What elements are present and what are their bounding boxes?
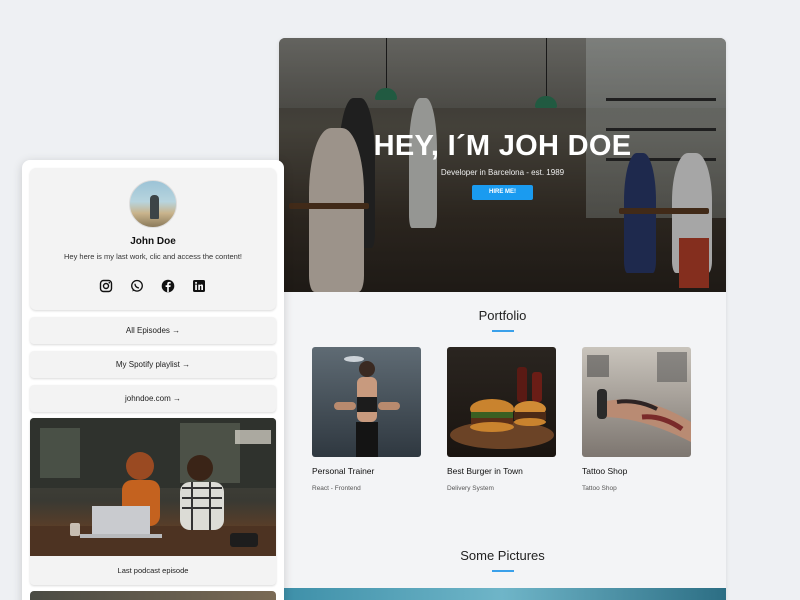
portfolio-card[interactable]: Best Burger in Town Delivery System <box>447 347 556 492</box>
burger-photo <box>450 367 554 449</box>
profile-description: Hey here is my last work, clic and acces… <box>64 252 242 261</box>
portfolio-item-name: Best Burger in Town <box>447 466 523 476</box>
portfolio-card[interactable]: Personal Trainer React - Frontend <box>312 347 421 492</box>
portfolio-item-tag: Delivery System <box>447 485 494 492</box>
next-content-card[interactable] <box>30 591 276 600</box>
pictures-heading: Some Pictures <box>279 548 726 572</box>
facebook-icon[interactable] <box>161 279 175 293</box>
tattoo-thumbnail[interactable] <box>582 347 691 457</box>
website-link-button[interactable]: johndoe.com → <box>30 385 276 412</box>
pictures-title: Some Pictures <box>460 548 545 563</box>
portfolio-card[interactable]: Tattoo Shop Tattoo Shop <box>582 347 691 492</box>
portfolio-title: Portfolio <box>478 308 527 323</box>
trainer-photo <box>334 356 400 457</box>
hero-overlay <box>279 38 726 292</box>
hero-title: HEY, I´M JOH DOE <box>373 130 632 162</box>
portfolio-item-name: Tattoo Shop <box>582 466 628 476</box>
pictures-strip <box>279 588 726 600</box>
portfolio-cards: Personal Trainer React - Frontend Best B… <box>312 347 691 492</box>
link-in-bio-card: John Doe Hey here is my last work, clic … <box>22 160 284 600</box>
portfolio-item-tag: React - Frontend <box>312 485 361 492</box>
podcast-card[interactable]: Last podcast episode <box>30 418 276 585</box>
pictures-underline <box>491 570 514 572</box>
social-icons <box>99 279 206 293</box>
burger-thumbnail[interactable] <box>447 347 556 457</box>
instagram-icon[interactable] <box>99 279 113 293</box>
portfolio-heading: Portfolio <box>279 308 726 332</box>
spotify-playlist-button[interactable]: My Spotify playlist → <box>30 351 276 378</box>
portfolio-underline <box>491 330 514 332</box>
all-episodes-button[interactable]: All Episodes → <box>30 317 276 344</box>
personal-trainer-thumbnail[interactable] <box>312 347 421 457</box>
portfolio-item-name: Personal Trainer <box>312 466 375 476</box>
hero-subtitle: Developer in Barcelona - est. 1989 <box>440 168 565 177</box>
profile-name: John Doe <box>130 236 176 247</box>
linkedin-icon[interactable] <box>192 279 206 293</box>
portfolio-site-preview: HEY, I´M JOH DOE Developer in Barcelona … <box>279 38 726 600</box>
whatsapp-icon[interactable] <box>130 279 144 293</box>
profile-card: John Doe Hey here is my last work, clic … <box>30 168 276 310</box>
hire-me-button[interactable]: HIRE ME! <box>472 185 533 200</box>
podcast-caption: Last podcast episode <box>117 566 189 575</box>
hero-section: HEY, I´M JOH DOE Developer in Barcelona … <box>279 38 726 292</box>
avatar <box>129 180 177 228</box>
avatar-figure <box>150 195 159 219</box>
podcast-photo <box>30 418 276 556</box>
tattoo-photo <box>587 352 691 442</box>
podcast-thumbnail[interactable] <box>30 418 276 556</box>
portfolio-item-tag: Tattoo Shop <box>582 485 617 492</box>
